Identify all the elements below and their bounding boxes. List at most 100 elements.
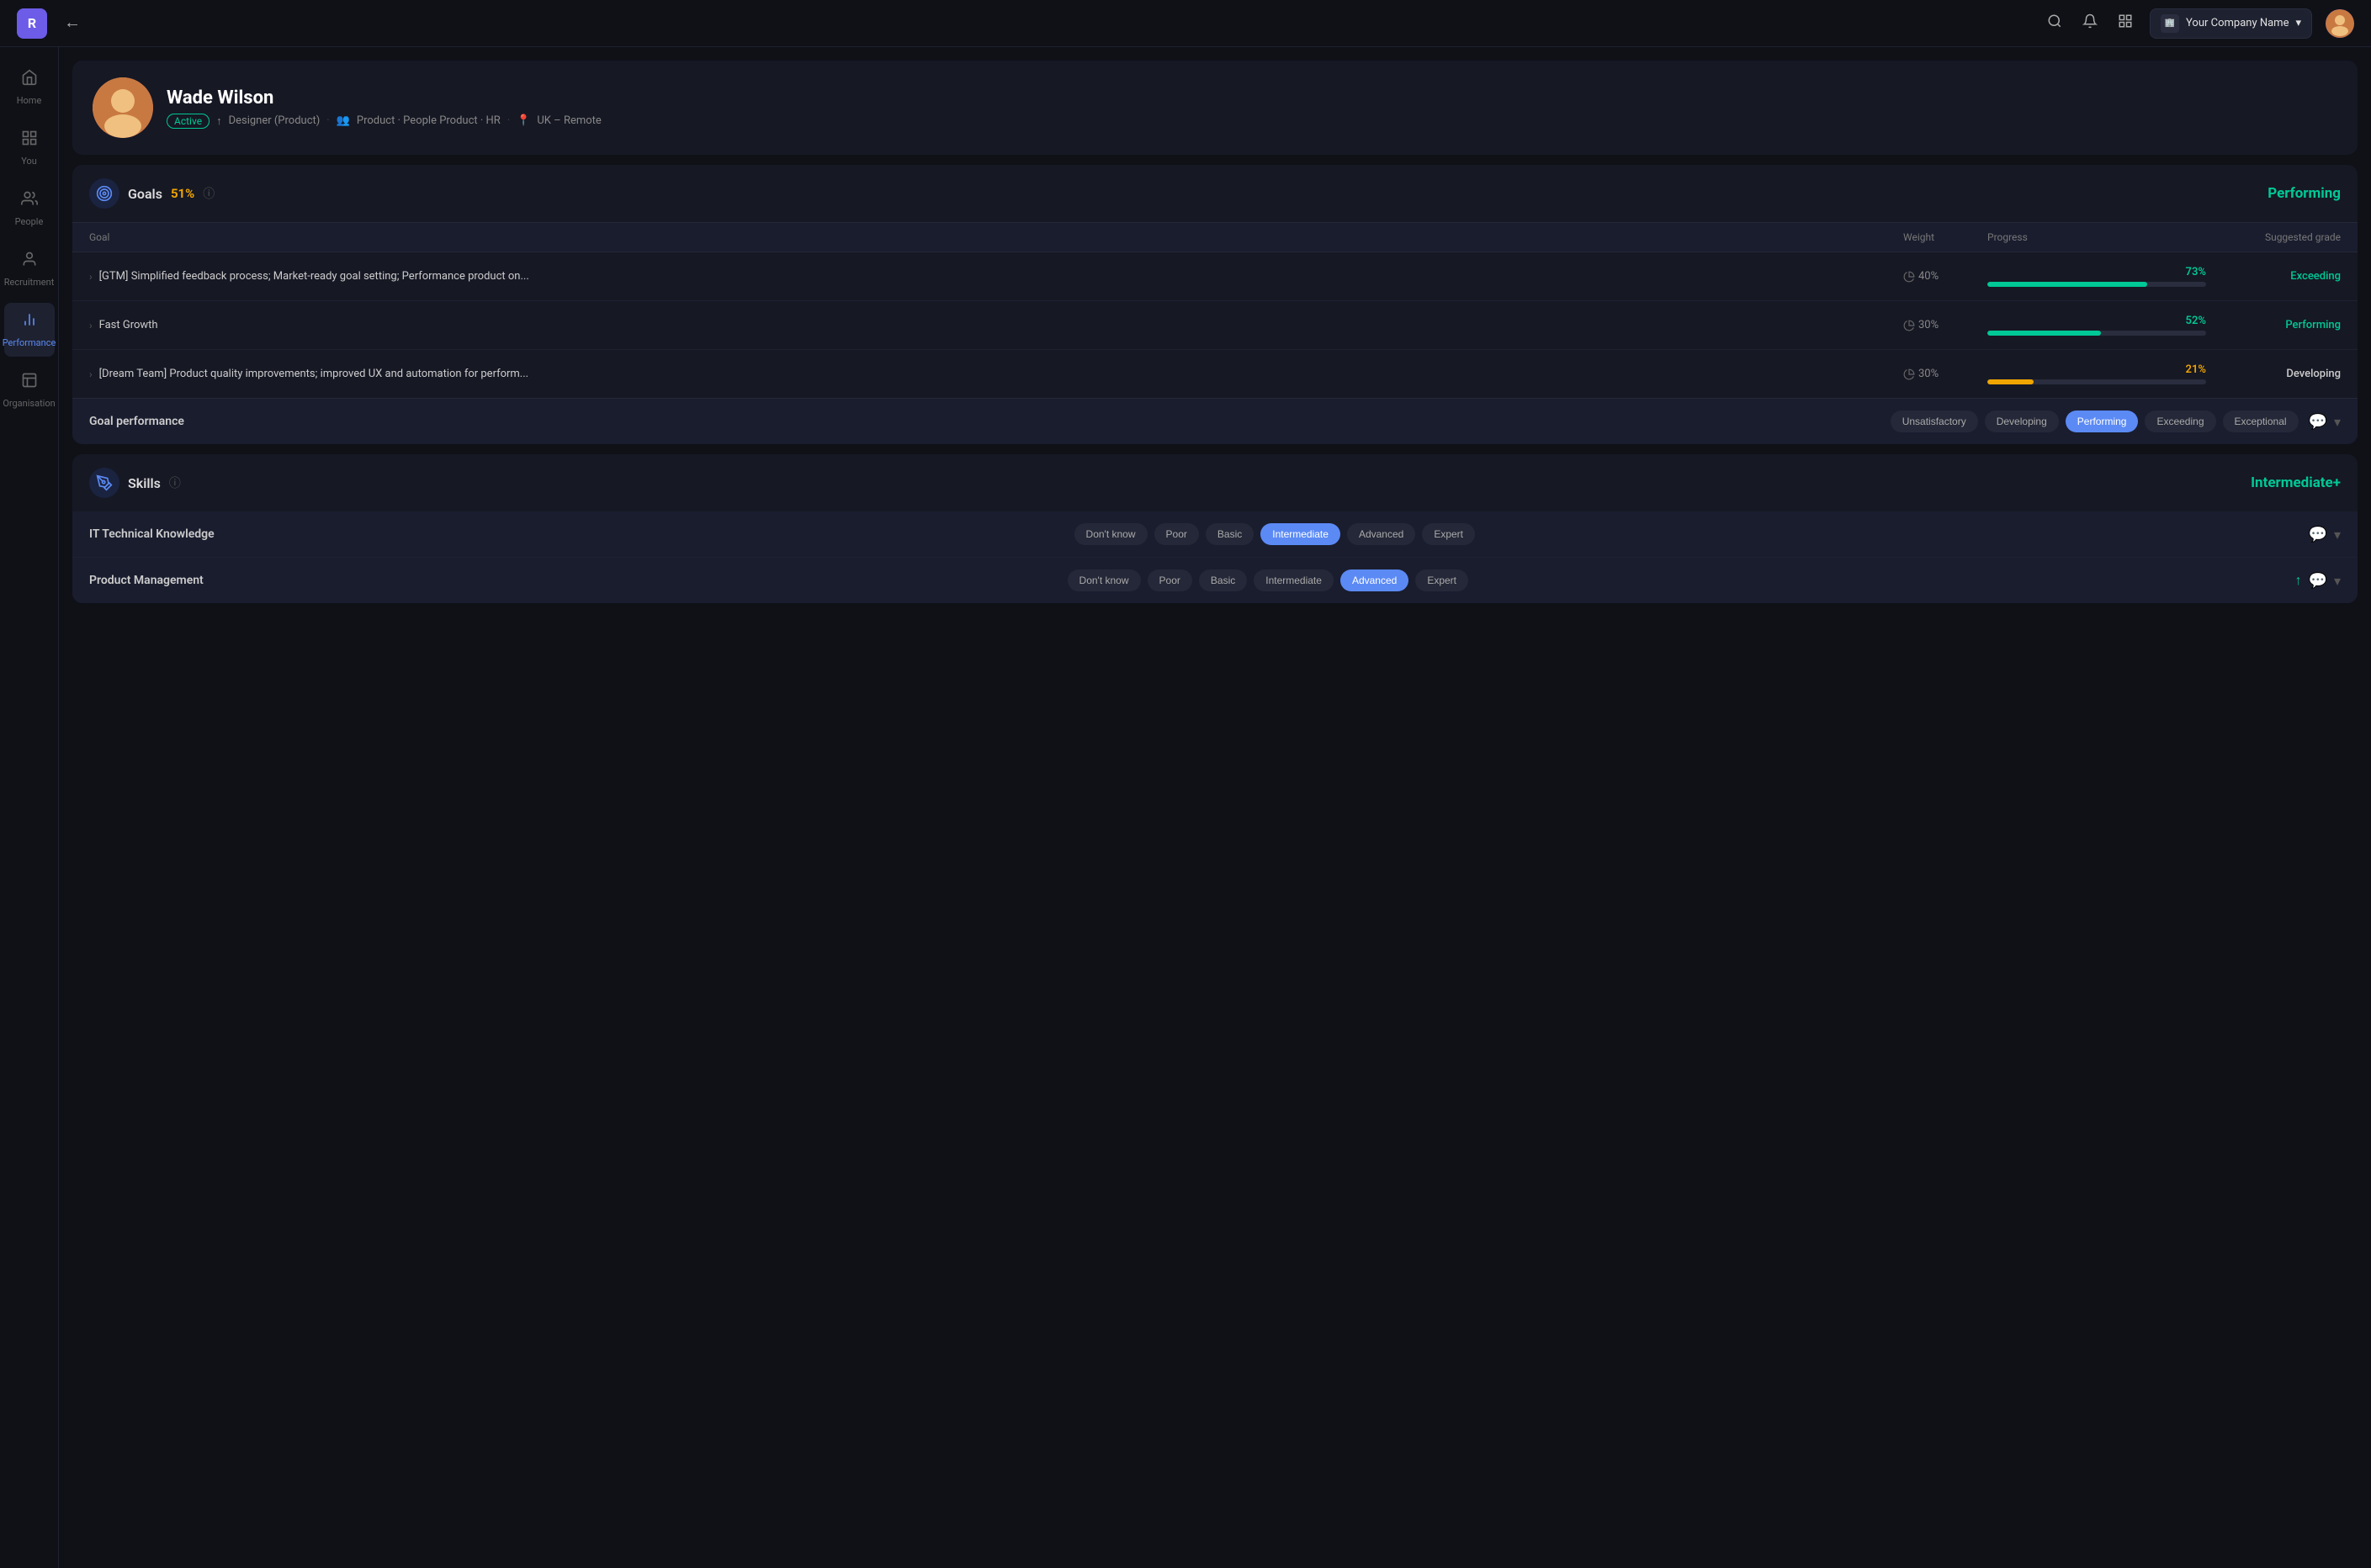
skill-comment-icon-0[interactable]: 💬 xyxy=(2309,526,2327,543)
comment-icon[interactable]: 💬 xyxy=(2309,413,2327,431)
profile-team: Product · People Product · HR xyxy=(357,114,501,127)
perf-btn-performing[interactable]: Performing xyxy=(2066,411,2139,432)
goals-table-header: Goal Weight Progress Suggested grade xyxy=(72,222,2358,252)
sidebar-item-recruitment[interactable]: Recruitment xyxy=(4,242,55,296)
sidebar-label-home: Home xyxy=(17,95,42,106)
goals-header-left: Goals 51% ⓘ xyxy=(89,178,215,209)
performance-buttons: Unsatisfactory Developing Performing Exceed… xyxy=(1891,411,2299,432)
profile-name: Wade Wilson xyxy=(167,87,602,109)
goal-expand-2[interactable]: › [Dream Team] Product quality improveme… xyxy=(89,368,1903,380)
recruitment-icon xyxy=(21,251,38,272)
sidebar-item-home[interactable]: Home xyxy=(4,61,55,114)
skill-btn-poor-0[interactable]: Poor xyxy=(1154,523,1199,545)
skill-actions-0: 💬 ▾ xyxy=(2309,526,2341,543)
skill-btn-basic-1[interactable]: Basic xyxy=(1199,569,1247,591)
sidebar-label-organisation: Organisation xyxy=(3,398,55,409)
skill-row-1: Product Management Don't knowPoorBasicIn… xyxy=(72,558,2358,603)
goal-text-0: [GTM] Simplified feedback process; Marke… xyxy=(99,270,529,283)
goals-percent: 51% xyxy=(171,186,194,201)
skill-btn-don-t-know-1[interactable]: Don't know xyxy=(1068,569,1141,591)
perf-btn-exceeding[interactable]: Exceeding xyxy=(2145,411,2215,432)
perf-btn-developing[interactable]: Developing xyxy=(1985,411,2059,432)
back-button[interactable]: ← xyxy=(57,10,88,36)
skill-expand-icon-1[interactable]: ▾ xyxy=(2334,573,2341,589)
skill-btn-advanced-0[interactable]: Advanced xyxy=(1347,523,1415,545)
expand-icon[interactable]: ▾ xyxy=(2334,414,2341,430)
skill-buttons-0: Don't know Poor Basic Intermediate Advanced E… xyxy=(1074,523,1475,545)
perf-btn-unsatisfactory[interactable]: Unsatisfactory xyxy=(1891,411,1978,432)
goal-grade-0: Exceeding xyxy=(2206,270,2341,283)
skill-btn-advanced-1[interactable]: Advanced xyxy=(1340,569,1408,591)
progress-bar-bg-0 xyxy=(1987,282,2206,287)
skills-table: IT Technical Knowledge Don't know Poor Bas… xyxy=(72,511,2358,603)
goal-performance-label: Goal performance xyxy=(89,415,184,428)
sidebar-item-performance[interactable]: Performance xyxy=(4,303,55,357)
goal-weight-1: 30% xyxy=(1903,319,1987,331)
skills-info-icon[interactable]: ⓘ xyxy=(169,474,181,491)
notifications-button[interactable] xyxy=(2079,10,2101,36)
skills-title: Skills xyxy=(128,475,161,491)
role-icon: ↑ xyxy=(216,114,222,128)
col-suggested-grade: Suggested grade xyxy=(2206,231,2341,243)
logo-button[interactable]: R xyxy=(17,8,47,39)
skill-btn-poor-1[interactable]: Poor xyxy=(1148,569,1192,591)
perf-btn-exceptional[interactable]: Exceptional xyxy=(2223,411,2299,432)
goal-expand-1[interactable]: › Fast Growth xyxy=(89,319,1903,331)
sidebar-item-you[interactable]: You xyxy=(4,121,55,175)
chevron-right-icon: › xyxy=(89,368,93,380)
sidebar: Home You People Recruitment Performance xyxy=(0,47,59,1568)
location-icon: 📍 xyxy=(517,114,530,127)
home-icon xyxy=(21,69,38,90)
progress-bar-fill-0 xyxy=(1987,282,2147,287)
main-layout: Home You People Recruitment Performance xyxy=(0,47,2371,1568)
skill-actions-1: ↑ 💬 ▾ xyxy=(2295,572,2341,590)
top-header: R ← 🏢 Your Company Name ▾ xyxy=(0,0,2371,47)
chevron-down-icon: ▾ xyxy=(2295,17,2301,29)
goal-performance-row: Goal performance Unsatisfactory Developin… xyxy=(72,398,2358,444)
user-avatar[interactable] xyxy=(2326,9,2354,38)
search-button[interactable] xyxy=(2044,10,2066,36)
goal-grade-2: Developing xyxy=(2206,368,2341,380)
chevron-right-icon: › xyxy=(89,271,93,283)
progress-bar-bg-2 xyxy=(1987,379,2206,384)
goal-row: › [GTM] Simplified feedback process; Mar… xyxy=(72,252,2358,301)
skill-btn-expert-1[interactable]: Expert xyxy=(1415,569,1468,591)
progress-bar-fill-2 xyxy=(1987,379,2034,384)
goal-text-1: Fast Growth xyxy=(99,319,158,331)
skill-btn-intermediate-0[interactable]: Intermediate xyxy=(1260,523,1340,545)
skill-comment-icon-1[interactable]: 💬 xyxy=(2309,572,2327,590)
sidebar-item-people[interactable]: People xyxy=(4,182,55,236)
up-arrow-icon[interactable]: ↑ xyxy=(2295,572,2302,589)
chevron-right-icon: › xyxy=(89,320,93,331)
sidebar-item-organisation[interactable]: Organisation xyxy=(4,363,55,417)
progress-pct-2: 21% xyxy=(2186,363,2206,376)
sidebar-label-people: People xyxy=(15,216,44,227)
col-goal: Goal xyxy=(89,231,1903,243)
skill-btn-don-t-know-0[interactable]: Don't know xyxy=(1074,523,1148,545)
skills-header-left: Skills ⓘ xyxy=(89,468,181,498)
profile-card: Wade Wilson Active ↑ Designer (Product) … xyxy=(72,61,2358,155)
goal-expand-0[interactable]: › [GTM] Simplified feedback process; Mar… xyxy=(89,270,1903,283)
skill-btn-basic-0[interactable]: Basic xyxy=(1206,523,1254,545)
people-icon xyxy=(21,190,38,211)
goal-progress-0: 73% xyxy=(1987,266,2206,287)
company-selector[interactable]: 🏢 Your Company Name ▾ xyxy=(2150,8,2312,39)
progress-pct-0: 73% xyxy=(2186,266,2206,278)
skill-btn-intermediate-1[interactable]: Intermediate xyxy=(1254,569,1334,591)
performance-icon xyxy=(21,311,38,332)
profile-location: UK – Remote xyxy=(537,114,601,127)
goals-header: Goals 51% ⓘ Performing xyxy=(72,165,2358,222)
separator-1: · xyxy=(326,114,329,127)
content-area: Wade Wilson Active ↑ Designer (Product) … xyxy=(59,47,2371,1568)
skill-row-0: IT Technical Knowledge Don't know Poor Bas… xyxy=(72,511,2358,558)
goals-score: Performing xyxy=(2268,185,2341,202)
grid-button[interactable] xyxy=(2114,10,2136,36)
perf-actions: 💬 ▾ xyxy=(2309,413,2341,431)
skill-name-0: IT Technical Knowledge xyxy=(89,527,241,541)
skill-expand-icon-0[interactable]: ▾ xyxy=(2334,527,2341,543)
skill-btn-expert-0[interactable]: Expert xyxy=(1422,523,1475,545)
goal-row: › Fast Growth 30% 52% Performing xyxy=(72,301,2358,350)
profile-info: Wade Wilson Active ↑ Designer (Product) … xyxy=(167,87,602,129)
goal-weight-2: 30% xyxy=(1903,368,1987,380)
goals-info-icon[interactable]: ⓘ xyxy=(203,185,215,202)
